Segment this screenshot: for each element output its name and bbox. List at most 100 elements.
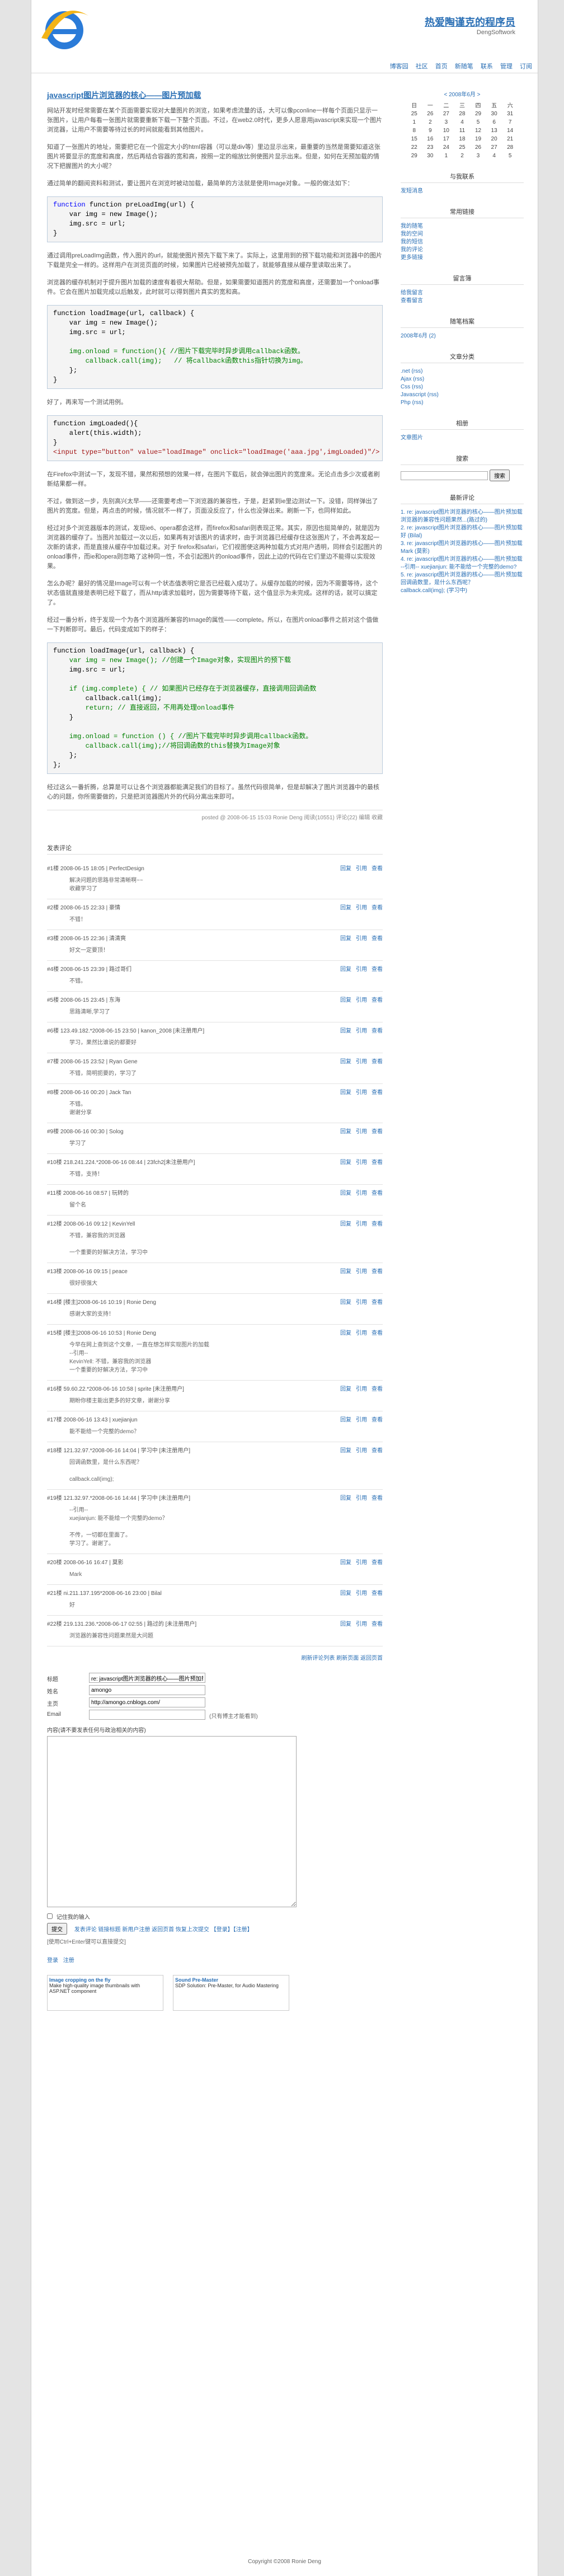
- calendar-day[interactable]: 29: [406, 152, 422, 160]
- site-title[interactable]: 热爱陶谨克的程序员: [425, 15, 515, 29]
- quote-link[interactable]: 引用: [356, 1621, 367, 1627]
- nav-subscribe[interactable]: 订阅: [520, 60, 532, 73]
- nav-home[interactable]: 首页: [435, 60, 448, 73]
- search-input[interactable]: [401, 471, 488, 480]
- view-link[interactable]: 查看: [372, 1417, 383, 1423]
- sidebar-link[interactable]: Ajax (rss): [401, 376, 524, 383]
- reply-link[interactable]: 回复: [340, 1090, 351, 1096]
- reply-link[interactable]: 回复: [340, 1590, 351, 1597]
- reply-link[interactable]: 回复: [340, 1386, 351, 1392]
- calendar-day[interactable]: 4: [454, 118, 471, 126]
- sidebar-link[interactable]: 4. re: javascript图片浏览器的核心——图片预加载: [401, 556, 524, 564]
- quote-link[interactable]: 引用: [356, 1495, 367, 1502]
- calendar-day[interactable]: 2: [422, 118, 439, 126]
- quote-link[interactable]: 引用: [356, 1160, 367, 1166]
- sidebar-link[interactable]: 给我留言: [401, 289, 524, 297]
- nav-admin[interactable]: 管理: [500, 60, 513, 73]
- reply-link[interactable]: 回复: [340, 1129, 351, 1135]
- login-link[interactable]: 登录: [47, 1958, 58, 1964]
- quote-link[interactable]: 引用: [356, 1028, 367, 1034]
- reply-link[interactable]: 回复: [340, 1417, 351, 1423]
- view-link[interactable]: 查看: [372, 936, 383, 942]
- view-link[interactable]: 查看: [372, 1330, 383, 1336]
- sidebar-link[interactable]: Javascript (rss): [401, 391, 524, 399]
- calendar-day[interactable]: 31: [502, 110, 518, 118]
- reply-link[interactable]: 回复: [340, 997, 351, 1003]
- reply-link[interactable]: 回复: [340, 1160, 351, 1166]
- comment-links[interactable]: 刷新评论列表 刷新页面 返回页首: [47, 1653, 383, 1662]
- calendar-day[interactable]: 12: [470, 126, 486, 135]
- quote-link[interactable]: 引用: [356, 1059, 367, 1065]
- register-link[interactable]: 注册: [63, 1958, 74, 1964]
- view-link[interactable]: 查看: [372, 1299, 383, 1306]
- reply-link[interactable]: 回复: [340, 1059, 351, 1065]
- calendar-day[interactable]: 6: [486, 118, 502, 126]
- nav-contact[interactable]: 联系: [481, 60, 493, 73]
- quote-link[interactable]: 引用: [356, 1090, 367, 1096]
- nav-blogs[interactable]: 博客园: [390, 60, 408, 73]
- submit-button[interactable]: 提交: [47, 1923, 67, 1935]
- quote-link[interactable]: 引用: [356, 997, 367, 1003]
- sidebar-link[interactable]: Mark (莫影): [401, 548, 524, 556]
- calendar-day[interactable]: 19: [470, 135, 486, 143]
- sidebar-link[interactable]: 浏览器的兼容性问题果然...(路过的): [401, 517, 524, 524]
- view-link[interactable]: 查看: [372, 1386, 383, 1392]
- calendar-day[interactable]: 3: [438, 118, 454, 126]
- calendar-day[interactable]: 1: [438, 152, 454, 160]
- quote-link[interactable]: 引用: [356, 866, 367, 872]
- nav-new-post[interactable]: 新随笔: [455, 60, 473, 73]
- calendar-day[interactable]: 27: [486, 143, 502, 152]
- calendar-day[interactable]: 11: [454, 126, 471, 135]
- reply-link[interactable]: 回复: [340, 966, 351, 973]
- calendar-day[interactable]: 26: [422, 110, 439, 118]
- ad-box[interactable]: Sound Pre-Master SDP Solution: Pre-Maste…: [173, 1975, 289, 2011]
- view-link[interactable]: 查看: [372, 1028, 383, 1034]
- calendar-day[interactable]: 14: [502, 126, 518, 135]
- reply-link[interactable]: 回复: [340, 1299, 351, 1306]
- quote-link[interactable]: 引用: [356, 1269, 367, 1275]
- reply-link[interactable]: 回复: [340, 1448, 351, 1454]
- quote-link[interactable]: 引用: [356, 1560, 367, 1566]
- view-link[interactable]: 查看: [372, 1160, 383, 1166]
- nav-community[interactable]: 社区: [416, 60, 428, 73]
- calendar-day[interactable]: 30: [422, 152, 439, 160]
- calendar-day[interactable]: 3: [470, 152, 486, 160]
- quote-link[interactable]: 引用: [356, 1417, 367, 1423]
- sidebar-link[interactable]: --引用-- xuejianjun: 能不能给一个完整的demo?: [401, 564, 524, 571]
- reply-link[interactable]: 回复: [340, 1221, 351, 1227]
- calendar-day[interactable]: 10: [438, 126, 454, 135]
- sidebar-link[interactable]: 1. re: javascript图片浏览器的核心——图片预加载: [401, 509, 524, 517]
- reply-link[interactable]: 回复: [340, 1560, 351, 1566]
- view-link[interactable]: 查看: [372, 1129, 383, 1135]
- view-link[interactable]: 查看: [372, 905, 383, 911]
- calendar-day[interactable]: 18: [454, 135, 471, 143]
- calendar-day[interactable]: 5: [470, 118, 486, 126]
- quote-link[interactable]: 引用: [356, 1299, 367, 1306]
- reply-link[interactable]: 回复: [340, 866, 351, 872]
- sidebar-link[interactable]: Css (rss): [401, 383, 524, 391]
- sidebar-link[interactable]: 3. re: javascript图片浏览器的核心——图片预加载: [401, 540, 524, 548]
- sidebar-link[interactable]: 5. re: javascript图片浏览器的核心——图片预加载: [401, 571, 524, 579]
- sidebar-link[interactable]: 我的空间: [401, 231, 524, 238]
- sidebar-link[interactable]: callback.call(img); (学习中): [401, 587, 524, 595]
- quote-link[interactable]: 引用: [356, 1386, 367, 1392]
- quote-link[interactable]: 引用: [356, 1448, 367, 1454]
- view-link[interactable]: 查看: [372, 1448, 383, 1454]
- ad-box[interactable]: Image cropping on the fly Make high-qual…: [47, 1975, 163, 2011]
- calendar-day[interactable]: 15: [406, 135, 422, 143]
- quote-link[interactable]: 引用: [356, 1590, 367, 1597]
- remember-checkbox[interactable]: [47, 1913, 53, 1919]
- post-title[interactable]: javascript图片浏览器的核心——图片预加载: [47, 90, 383, 101]
- calendar-day[interactable]: 13: [486, 126, 502, 135]
- calendar-day[interactable]: 9: [422, 126, 439, 135]
- calendar-day[interactable]: 2: [454, 152, 471, 160]
- view-link[interactable]: 查看: [372, 1190, 383, 1196]
- calendar-day[interactable]: 17: [438, 135, 454, 143]
- view-link[interactable]: 查看: [372, 1221, 383, 1227]
- reply-link[interactable]: 回复: [340, 1330, 351, 1336]
- calendar-day[interactable]: 20: [486, 135, 502, 143]
- quote-link[interactable]: 引用: [356, 1129, 367, 1135]
- sidebar-link[interactable]: 我的评论: [401, 246, 524, 254]
- view-link[interactable]: 查看: [372, 966, 383, 973]
- sidebar-link[interactable]: .net (rss): [401, 368, 524, 376]
